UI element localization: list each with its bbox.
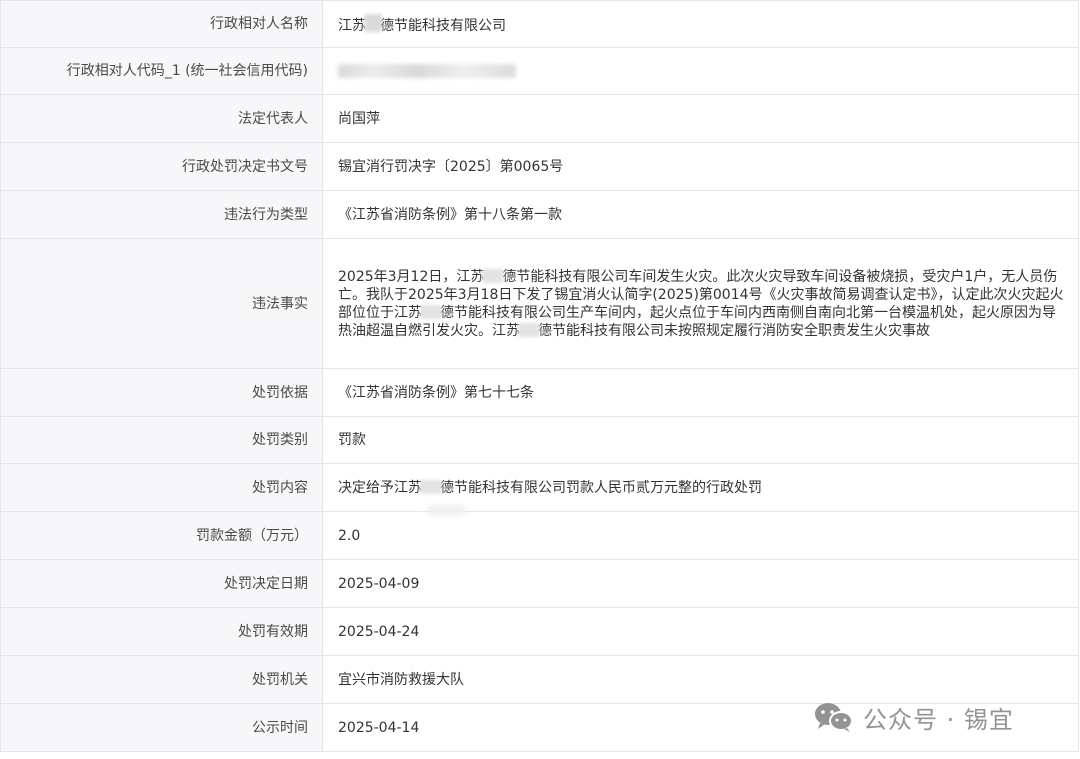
table-row: 罚款金额（万元） 2.0	[0, 511, 1079, 560]
row-label: 法定代表人	[0, 94, 323, 143]
wechat-icon	[813, 701, 855, 733]
row-value: 《江苏省消防条例》第七十七条	[322, 368, 1079, 417]
table-row: 处罚有效期 2025-04-24	[0, 607, 1079, 656]
redacted-text-blur	[420, 304, 442, 319]
row-label: 处罚内容	[0, 463, 323, 512]
table-row: 行政相对人代码_1 (统一社会信用代码)	[0, 47, 1079, 95]
table-row: 法定代表人 尚国萍	[0, 94, 1079, 143]
table-row: 行政相对人名称 江苏 德节能科技有限公司	[0, 0, 1079, 48]
redacted-text-blur	[420, 479, 442, 494]
row-label: 处罚决定日期	[0, 559, 323, 608]
facts-segment: 2025年3月12日，江苏	[338, 268, 485, 285]
row-label: 违法事实	[0, 238, 323, 369]
facts-segment: 德节能科技有限公司未按照规定履行消防安全职责发生火灾事故	[538, 322, 930, 339]
table-row: 行政处罚决定书文号 锡宜消行罚决字〔2025〕第0065号	[0, 142, 1079, 191]
table-row: 违法行为类型 《江苏省消防条例》第十八条第一款	[0, 190, 1079, 239]
company-name-suffix: 德节能科技有限公司	[380, 17, 506, 34]
row-value: 罚款	[322, 416, 1079, 464]
blur-smudge	[426, 505, 466, 515]
penalty-content-suffix: 德节能科技有限公司罚款人民币贰万元整的行政处罚	[440, 479, 762, 496]
redacted-text-blur	[482, 268, 505, 283]
row-value: 锡宜消行罚决字〔2025〕第0065号	[322, 142, 1079, 191]
table-row: 违法事实 2025年3月12日，江苏 德节能科技有限公司车间发生火灾。此次火灾导致…	[0, 238, 1079, 369]
penalty-record-page: 行政相对人名称 江苏 德节能科技有限公司 行政相对人代码_1 (统一社会信用代码)…	[0, 0, 1080, 759]
row-value: 宜兴市消防救援大队	[322, 655, 1079, 704]
row-label: 处罚有效期	[0, 607, 323, 656]
row-label: 行政处罚决定书文号	[0, 142, 323, 191]
table-row: 处罚内容 决定给予江苏 德节能科技有限公司罚款人民币贰万元整的行政处罚	[0, 463, 1079, 512]
row-value: 2.0	[322, 511, 1079, 560]
redacted-credit-code	[338, 64, 516, 78]
row-label: 违法行为类型	[0, 190, 323, 239]
redacted-text-blur	[364, 13, 382, 32]
row-label: 处罚类别	[0, 416, 323, 464]
row-value: 江苏 德节能科技有限公司	[322, 0, 1079, 48]
row-value: 2025-04-09	[322, 559, 1079, 608]
wechat-watermark: 公众号 · 锡宜	[813, 700, 1014, 734]
table-row: 处罚类别 罚款	[0, 416, 1079, 464]
penalty-record-table: 行政相对人名称 江苏 德节能科技有限公司 行政相对人代码_1 (统一社会信用代码)…	[0, 0, 1079, 752]
penalty-content-prefix: 决定给予江苏	[338, 479, 422, 496]
row-label: 公示时间	[0, 703, 323, 752]
table-row: 处罚机关 宜兴市消防救援大队	[0, 655, 1079, 704]
row-label: 行政相对人名称	[0, 0, 323, 48]
violation-facts: 2025年3月12日，江苏 德节能科技有限公司车间发生火灾。此次火灾导致车间设备被…	[322, 238, 1079, 369]
table-row: 处罚决定日期 2025-04-09	[0, 559, 1079, 608]
row-label: 罚款金额（万元）	[0, 511, 323, 560]
row-label: 处罚机关	[0, 655, 323, 704]
redacted-text-blur	[518, 322, 540, 337]
row-value: 2025-04-24	[322, 607, 1079, 656]
row-value: 《江苏省消防条例》第十八条第一款	[322, 190, 1079, 239]
row-label: 处罚依据	[0, 368, 323, 417]
row-value: 尚国萍	[322, 94, 1079, 143]
watermark-text: 公众号 · 锡宜	[863, 705, 1014, 734]
row-value	[322, 47, 1079, 95]
table-row: 处罚依据 《江苏省消防条例》第七十七条	[0, 368, 1079, 417]
row-label: 行政相对人代码_1 (统一社会信用代码)	[0, 47, 323, 95]
company-name-prefix: 江苏	[338, 17, 366, 34]
